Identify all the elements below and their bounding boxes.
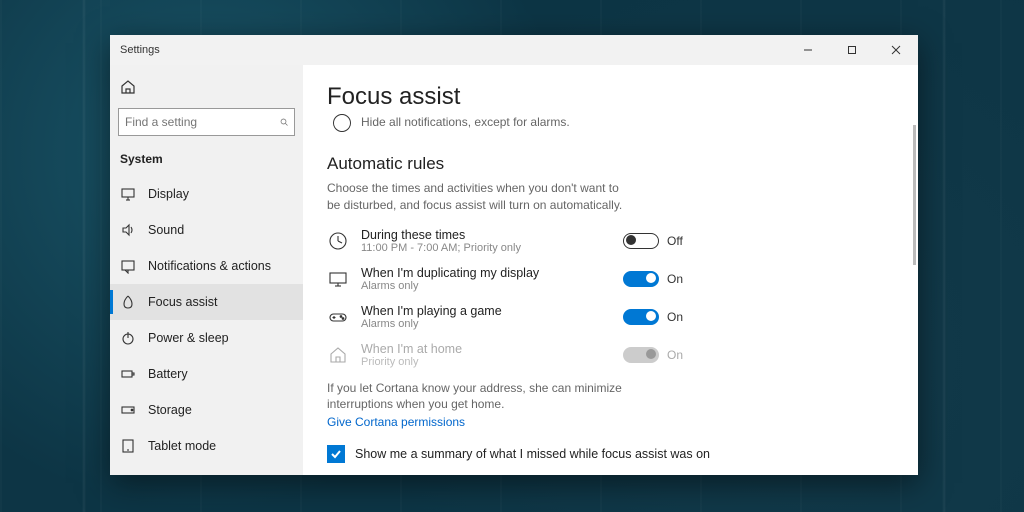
toggle-gaming[interactable]	[623, 309, 659, 325]
clock-icon	[327, 230, 349, 252]
rule-sub: Alarms only	[361, 318, 623, 330]
storage-icon	[120, 402, 136, 418]
toggle-duplicating[interactable]	[623, 271, 659, 287]
summary-checkbox-label: Show me a summary of what I missed while…	[355, 447, 710, 461]
automatic-rules-description: Choose the times and activities when you…	[327, 180, 627, 214]
search-input[interactable]	[125, 115, 280, 129]
titlebar: Settings	[110, 35, 918, 65]
rule-playing-game[interactable]: When I'm playing a game Alarms only On	[327, 304, 687, 330]
close-button[interactable]	[874, 35, 918, 65]
scrollbar[interactable]	[913, 125, 916, 265]
minimize-button[interactable]	[786, 35, 830, 65]
sidebar-item-sound[interactable]: Sound	[110, 212, 303, 248]
alarms-only-description: Hide all notifications, except for alarm…	[361, 115, 570, 129]
multitasking-icon	[120, 474, 136, 475]
nav-label: Notifications & actions	[148, 259, 271, 273]
toggle-label: On	[667, 272, 687, 286]
rule-sub: Priority only	[361, 356, 623, 368]
window-title: Settings	[110, 44, 786, 56]
rule-sub: 11:00 PM - 7:00 AM; Priority only	[361, 242, 623, 254]
search-icon	[280, 115, 288, 129]
sidebar-item-power[interactable]: Power & sleep	[110, 320, 303, 356]
nav-label: Storage	[148, 403, 192, 417]
nav-label: Power & sleep	[148, 331, 229, 345]
display-icon	[120, 186, 136, 202]
sidebar-item-notifications[interactable]: Notifications & actions	[110, 248, 303, 284]
power-icon	[120, 330, 136, 346]
toggle-during-times[interactable]	[623, 233, 659, 249]
alarms-only-radio[interactable]: Hide all notifications, except for alarm…	[333, 117, 894, 136]
summary-checkbox-row[interactable]: Show me a summary of what I missed while…	[327, 445, 894, 463]
toggle-label: Off	[667, 234, 687, 248]
search-box[interactable]	[118, 108, 295, 136]
cortana-permissions-link[interactable]: Give Cortana permissions	[327, 415, 465, 429]
nav-label: Display	[148, 187, 189, 201]
rule-title: When I'm at home	[361, 342, 623, 356]
rule-sub: Alarms only	[361, 280, 623, 292]
cortana-note: If you let Cortana know your address, sh…	[327, 380, 627, 414]
page-title: Focus assist	[327, 83, 894, 111]
rule-title: When I'm duplicating my display	[361, 266, 623, 280]
sidebar: System Display Sound Notifications & act…	[110, 65, 303, 475]
monitor-icon	[327, 268, 349, 290]
rule-duplicating-display[interactable]: When I'm duplicating my display Alarms o…	[327, 266, 687, 292]
sidebar-item-battery[interactable]: Battery	[110, 356, 303, 392]
sidebar-item-multitasking[interactable]: Multitasking	[110, 464, 303, 475]
rule-title: During these times	[361, 228, 623, 242]
titlebar-controls	[786, 35, 918, 65]
maximize-button[interactable]	[830, 35, 874, 65]
checkbox-icon	[327, 445, 345, 463]
content: Focus assist Hide all notifications, exc…	[303, 65, 918, 475]
nav-label: Tablet mode	[148, 439, 216, 453]
sidebar-item-display[interactable]: Display	[110, 176, 303, 212]
toggle-label: On	[667, 310, 687, 324]
notifications-icon	[120, 258, 136, 274]
toggle-home	[623, 347, 659, 363]
toggle-label: On	[667, 348, 687, 362]
home-rule-icon	[327, 344, 349, 366]
sidebar-item-storage[interactable]: Storage	[110, 392, 303, 428]
rule-title: When I'm playing a game	[361, 304, 623, 318]
window-body: System Display Sound Notifications & act…	[110, 65, 918, 475]
section-label: System	[110, 146, 303, 176]
nav-list: Display Sound Notifications & actions Fo…	[110, 176, 303, 475]
automatic-rules-title: Automatic rules	[327, 154, 894, 174]
rule-during-times[interactable]: During these times 11:00 PM - 7:00 AM; P…	[327, 228, 687, 254]
nav-label: Battery	[148, 367, 188, 381]
settings-window: Settings System Display	[110, 35, 918, 475]
radio-icon	[333, 114, 351, 132]
search-wrap	[110, 108, 303, 146]
tablet-icon	[120, 438, 136, 454]
home-icon	[120, 79, 136, 95]
sidebar-item-focus-assist[interactable]: Focus assist	[110, 284, 303, 320]
gamepad-icon	[327, 306, 349, 328]
rule-at-home: When I'm at home Priority only On	[327, 342, 687, 368]
sound-icon	[120, 222, 136, 238]
home-button[interactable]	[110, 75, 303, 108]
battery-icon	[120, 366, 136, 382]
nav-label: Sound	[148, 223, 184, 237]
sidebar-item-tablet[interactable]: Tablet mode	[110, 428, 303, 464]
focus-assist-icon	[120, 294, 136, 310]
nav-label: Focus assist	[148, 295, 217, 309]
